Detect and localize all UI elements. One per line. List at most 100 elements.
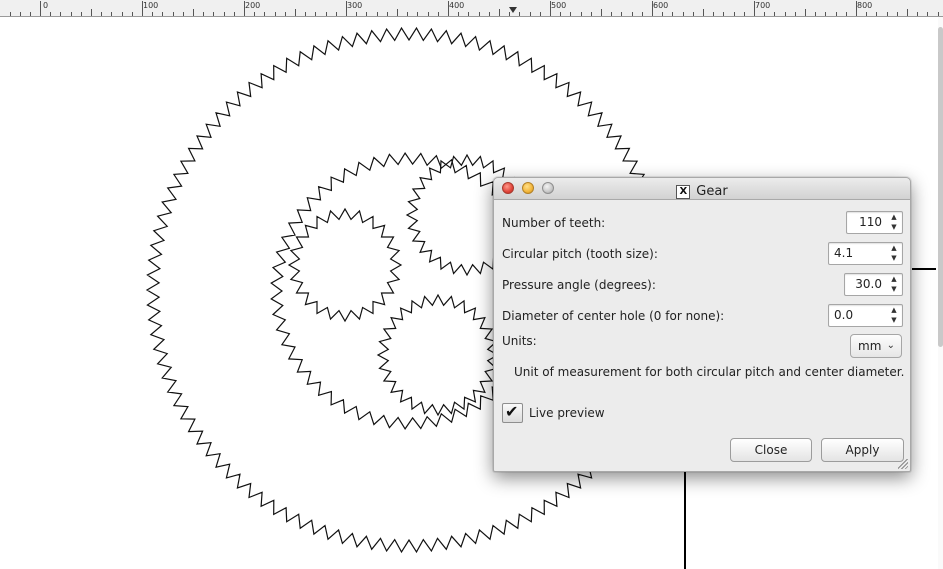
ruler-tick (60, 12, 61, 16)
gear-outline (376, 293, 500, 417)
ruler-tick (683, 12, 684, 16)
circular-pitch-value[interactable]: 4.1 (829, 243, 886, 264)
ruler-tick (81, 12, 82, 16)
ruler-tick (122, 12, 123, 16)
ruler-tick (213, 12, 214, 16)
ruler-tick (938, 12, 939, 16)
ruler-tick (40, 1, 41, 16)
circular-pitch-label: Circular pitch (tooth size): (502, 247, 658, 261)
ruler-tick (601, 9, 602, 16)
ruler-tick (519, 12, 520, 16)
ruler-label: 200 (245, 1, 261, 10)
ruler-tick (652, 1, 653, 16)
ruler-label: 400 (449, 1, 465, 10)
ruler-tick (713, 12, 714, 16)
vertical-scrollbar[interactable] (938, 17, 943, 569)
pressure-angle-label: Pressure angle (degrees): (502, 278, 656, 292)
chevron-up-icon[interactable]: ▲ (887, 275, 901, 284)
ruler-tick (805, 9, 806, 16)
ruler-position-marker-icon (509, 7, 517, 13)
chevron-up-icon[interactable]: ▲ (887, 306, 901, 315)
ruler-tick (734, 12, 735, 16)
ruler-tick (591, 12, 592, 16)
ruler-tick (448, 1, 449, 16)
center-hole-spinbox[interactable]: 0.0 ▲ ▼ (828, 304, 903, 327)
chevron-up-icon[interactable]: ▲ (887, 244, 901, 253)
ruler-tick (428, 12, 429, 16)
ruler-tick (285, 12, 286, 16)
ruler-tick (295, 9, 296, 16)
ruler-tick (570, 12, 571, 16)
units-label: Units: (502, 334, 537, 348)
chevron-down-icon[interactable]: ▼ (887, 223, 901, 232)
units-select[interactable]: mm ⌄ (850, 334, 902, 358)
pressure-angle-value[interactable]: 30.0 (845, 274, 886, 295)
chevron-down-icon[interactable]: ▼ (887, 285, 901, 294)
ruler-tick (530, 12, 531, 16)
ruler-label: 300 (347, 1, 363, 10)
ruler-tick (71, 12, 72, 16)
ruler-tick (468, 12, 469, 16)
ruler-tick (224, 12, 225, 16)
ruler-label: 500 (551, 1, 567, 10)
ruler-tick (887, 12, 888, 16)
ruler-tick (836, 12, 837, 16)
ruler-tick (407, 12, 408, 16)
ruler-tick (111, 12, 112, 16)
ruler-tick (203, 12, 204, 16)
resize-grip-icon[interactable] (898, 459, 908, 469)
scrollbar-thumb[interactable] (938, 27, 943, 347)
ruler-tick (479, 12, 480, 16)
top-ruler[interactable]: 0 100 200 300 400 500 600 700 800 (0, 0, 943, 17)
units-value: mm (858, 339, 882, 353)
apply-button[interactable]: Apply (821, 438, 904, 462)
ruler-tick (662, 12, 663, 16)
ruler-tick (50, 12, 51, 16)
ruler-tick (234, 12, 235, 16)
center-hole-value[interactable]: 0.0 (829, 305, 886, 326)
ruler-tick (744, 12, 745, 16)
pressure-angle-spinbox[interactable]: 30.0 ▲ ▼ (844, 273, 903, 296)
close-button[interactable]: Close (730, 438, 812, 462)
live-preview-label[interactable]: Live preview (529, 406, 605, 420)
ruler-label: 100 (143, 1, 159, 10)
center-hole-label: Diameter of center hole (0 for none): (502, 309, 725, 323)
teeth-value[interactable]: 110 (847, 212, 886, 233)
gear-outline (287, 207, 403, 323)
ruler-tick (927, 12, 928, 16)
ruler-tick (560, 12, 561, 16)
ruler-tick (142, 1, 143, 16)
live-preview-checkbox[interactable]: ✔ (502, 402, 523, 423)
ruler-tick (611, 12, 612, 16)
ruler-tick (132, 12, 133, 16)
circular-pitch-spinbox[interactable]: 4.1 ▲ ▼ (828, 242, 903, 265)
ruler-label: 0 (43, 1, 49, 10)
ruler-tick (499, 9, 500, 16)
ruler-tick (917, 12, 918, 16)
ruler-tick (846, 12, 847, 16)
ruler-tick (254, 12, 255, 16)
ruler-tick (550, 1, 551, 16)
teeth-spinbox[interactable]: 110 ▲ ▼ (846, 211, 903, 234)
ruler-tick (20, 12, 21, 16)
ruler-tick (866, 12, 867, 16)
ruler-tick (326, 12, 327, 16)
chevron-down-icon: ⌄ (886, 340, 895, 351)
chevron-up-icon[interactable]: ▲ (887, 213, 901, 222)
ruler-tick (244, 1, 245, 16)
chevron-down-icon[interactable]: ▼ (887, 316, 901, 325)
ruler-tick (632, 12, 633, 16)
checkmark-icon: ✔ (505, 402, 519, 421)
ruler-label: 800 (857, 1, 873, 10)
ruler-tick (458, 12, 459, 16)
ruler-tick (672, 12, 673, 16)
ruler-tick (509, 12, 510, 16)
ruler-tick (785, 12, 786, 16)
chevron-down-icon[interactable]: ▼ (887, 254, 901, 263)
ruler-tick (703, 9, 704, 16)
ruler-tick (825, 12, 826, 16)
ruler-tick (101, 12, 102, 16)
ruler-tick (764, 12, 765, 16)
ruler-tick (305, 12, 306, 16)
dialog-titlebar[interactable]: X Gear (494, 178, 910, 200)
